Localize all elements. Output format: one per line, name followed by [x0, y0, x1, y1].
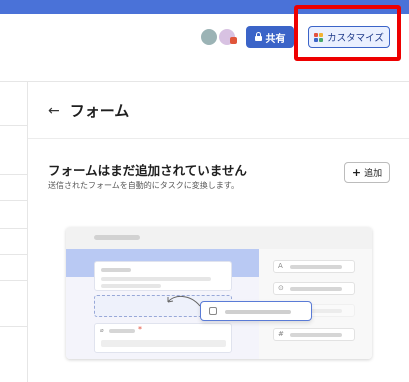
illustration-window-bar: [66, 227, 372, 250]
plus-icon: +: [351, 166, 362, 179]
highlight-box: [294, 5, 401, 61]
lock-icon: [254, 32, 262, 41]
illustration-card: ⌀ *: [94, 323, 232, 353]
user-avatar[interactable]: [199, 27, 219, 47]
user-avatar[interactable]: [217, 27, 237, 47]
dragged-checkbox-field: [200, 301, 312, 321]
divider: [28, 138, 409, 139]
add-form-button[interactable]: + 追加: [344, 162, 390, 183]
share-button-label: 共有: [265, 33, 286, 45]
page-title: フォーム: [69, 102, 130, 120]
paperclip-icon: ⌀: [100, 327, 104, 334]
required-mark: *: [138, 325, 142, 334]
left-sidebar: [0, 82, 28, 382]
empty-state-title: フォームはまだ追加されていません: [48, 163, 247, 178]
add-button-label: 追加: [364, 169, 383, 179]
back-arrow-icon[interactable]: ←: [48, 103, 60, 119]
empty-state-subtitle: 送信されたフォームを自動的にタスクに変換します。: [48, 181, 239, 190]
drag-arrow-icon: [167, 296, 201, 307]
share-button[interactable]: 共有: [246, 26, 294, 48]
page-title-row: ← フォーム: [48, 100, 129, 121]
checkbox-icon: [209, 307, 217, 315]
illustration-card: [94, 261, 232, 291]
form-illustration: ⌀ * A ⊙ #: [66, 227, 372, 359]
